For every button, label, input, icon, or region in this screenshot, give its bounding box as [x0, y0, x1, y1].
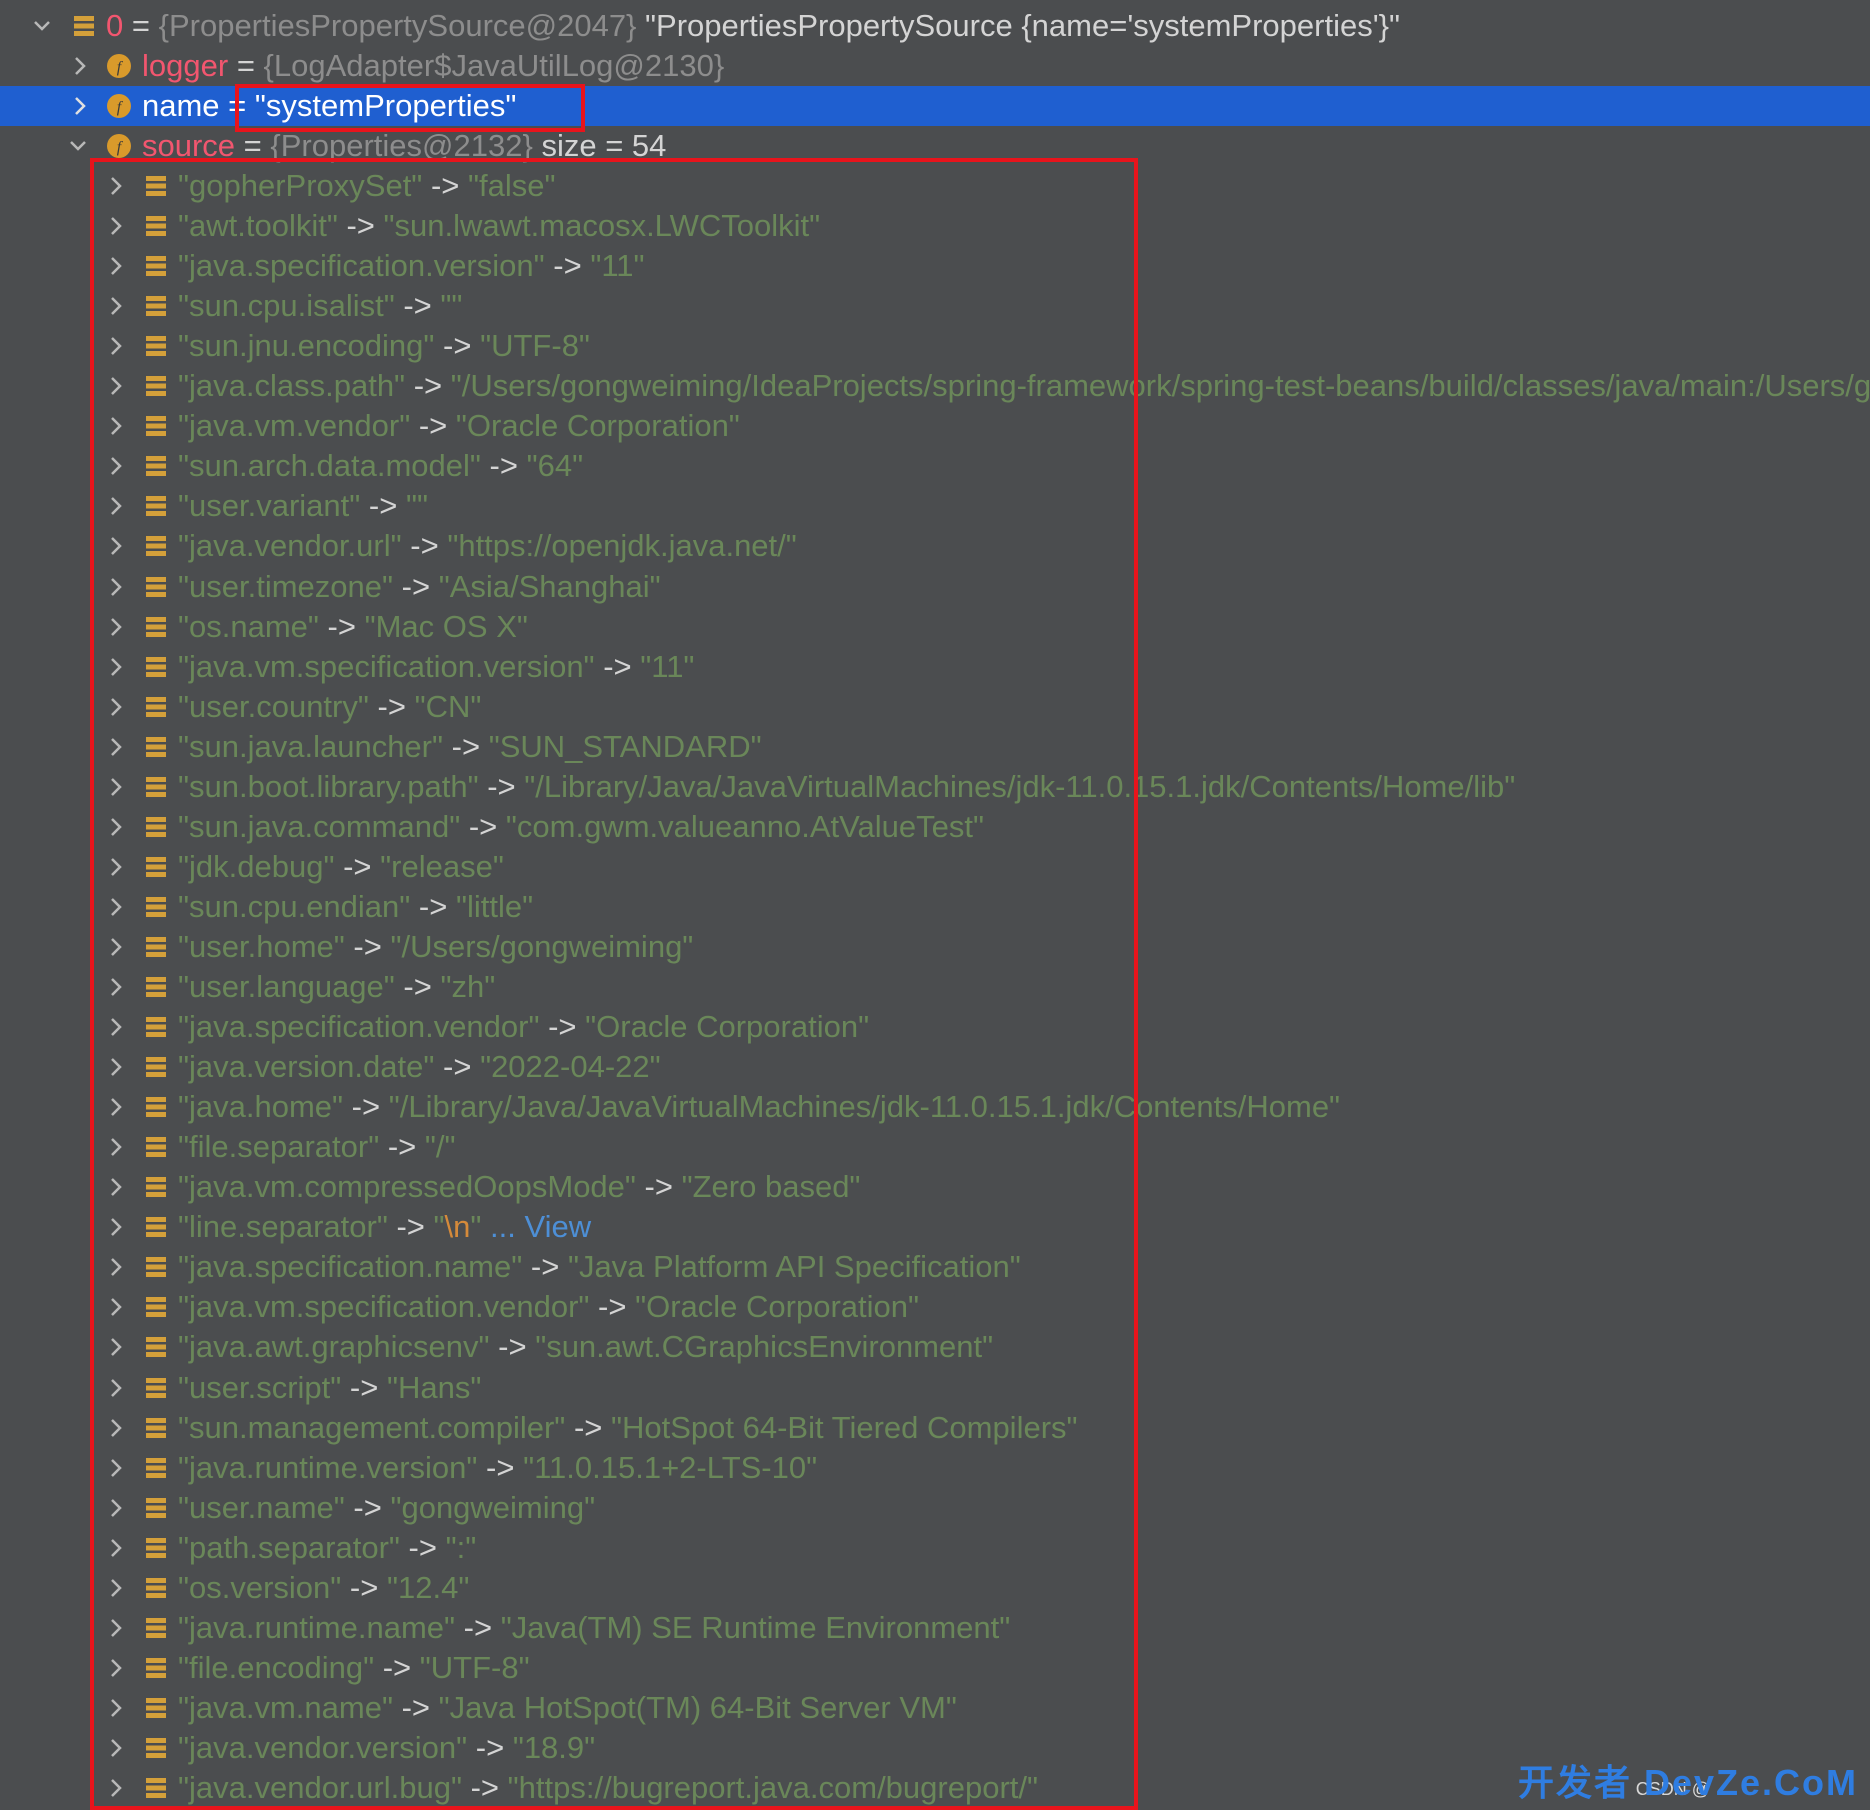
field-f-icon: f: [106, 93, 132, 119]
map-entry-icon: [74, 15, 94, 37]
chevron-right-icon[interactable]: [70, 94, 90, 118]
field-f-icon: f: [106, 53, 132, 79]
tree-row-logger[interactable]: f logger = {LogAdapter$JavaUtilLog@2130}: [0, 46, 1870, 86]
assign-sign: =: [131, 8, 150, 43]
watermark-logo: 开发者 DevZe.CoM: [1517, 1762, 1858, 1803]
logger-name: logger: [142, 48, 229, 83]
name-field-name: name: [142, 88, 220, 123]
logger-ref: {LogAdapter$JavaUtilLog@2130}: [263, 48, 725, 83]
logger-label: logger = {LogAdapter$JavaUtilLog@2130}: [142, 48, 724, 84]
field-f-icon: f: [106, 133, 132, 159]
highlight-box-entries: [90, 158, 1138, 1810]
tree-row-root[interactable]: 0 = {PropertiesPropertySource@2047} "Pro…: [0, 6, 1870, 46]
root-ref: {PropertiesPropertySource@2047}: [158, 8, 637, 43]
highlight-box-name-value: [235, 84, 585, 132]
chevron-down-icon[interactable]: [68, 134, 88, 158]
root-index: 0: [106, 8, 124, 43]
assign-sign: =: [236, 48, 255, 83]
root-label: 0 = {PropertiesPropertySource@2047} "Pro…: [106, 8, 1400, 44]
chevron-down-icon[interactable]: [32, 14, 52, 38]
root-value: "PropertiesPropertySource {name='systemP…: [645, 8, 1400, 43]
chevron-right-icon[interactable]: [70, 54, 90, 78]
